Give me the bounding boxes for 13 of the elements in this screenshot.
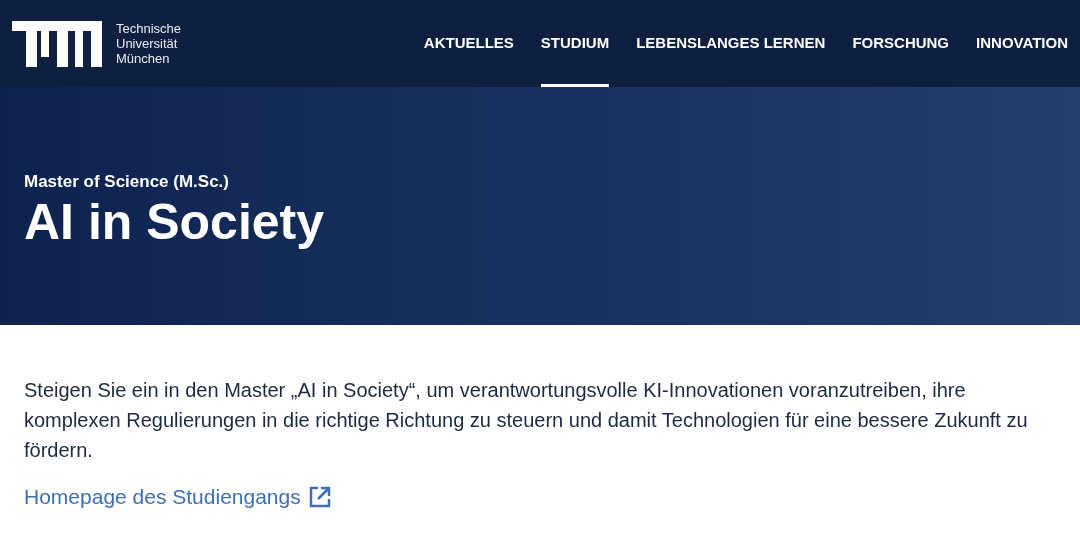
logo-text: Universität: [116, 36, 179, 51]
program-homepage-link[interactable]: Homepage des Studiengangs: [24, 483, 331, 511]
logo-text: München: [116, 51, 171, 66]
external-link-icon: [308, 486, 331, 508]
logo-icon[interactable]: [12, 20, 102, 67]
nav-link[interactable]: LEBENSLANGES LERNEN: [636, 0, 826, 87]
hero-subtitle: Master of Science (M.Sc.): [24, 171, 230, 193]
page-title: AI in Society: [24, 193, 326, 251]
intro-paragraph: Steigen Sie ein in den Master „AI in Society“, um verantwortungsvolle KI-Innovationen voranzutreiben, ihre komplexen Regulierungen in die richtige Richtung zu steuern und damit Technologien für eine bessere Zukunft zu fördern.: [24, 378, 1029, 463]
nav-link[interactable]: FORSCHUNG: [852, 0, 950, 87]
nav-link[interactable]: INNOVATION: [976, 0, 1068, 87]
nav-link[interactable]: AKTUELLES: [423, 0, 514, 87]
logo-text: Technische: [116, 21, 182, 36]
